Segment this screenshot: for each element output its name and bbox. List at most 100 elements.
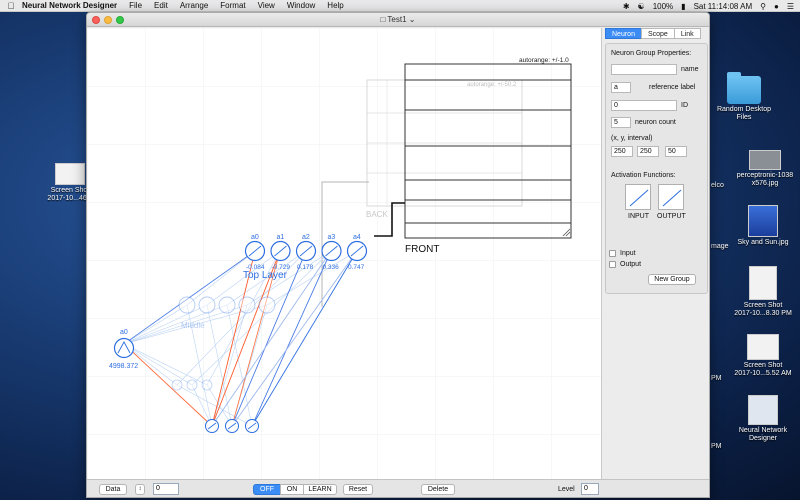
desktop-item-sky-and-sun[interactable]: Sky and Sun.jpg: [730, 205, 796, 247]
group-properties-title: Neuron Group Properties:: [611, 50, 692, 57]
bluetooth-icon[interactable]: ✱: [623, 2, 630, 11]
name-field[interactable]: [611, 64, 677, 75]
desktop-partial-label: PM: [711, 375, 722, 382]
input-function-graph[interactable]: [625, 184, 651, 210]
front-scope-label: FRONT: [405, 244, 439, 255]
tab-scope[interactable]: Scope: [640, 28, 675, 39]
x-field[interactable]: 250: [611, 146, 633, 157]
menu-arrange[interactable]: Arrange: [180, 1, 208, 10]
desktop-partial-label: PM: [711, 443, 722, 450]
desktop-item-label: Screen Shot: [743, 302, 783, 309]
output-function-graph[interactable]: [658, 184, 684, 210]
linear-function-icon: [629, 189, 649, 207]
battery-icon[interactable]: ▮: [681, 2, 685, 11]
document-thumbnail-icon: [749, 266, 777, 300]
input-checkbox[interactable]: [609, 250, 616, 257]
network-canvas[interactable]: autorange: +/-50.2 BACK autorange: +/-1.…: [87, 28, 601, 479]
neuron-activation-value: 0.747: [348, 264, 365, 271]
data-button[interactable]: Data: [99, 484, 127, 495]
id-field[interactable]: 0: [611, 100, 677, 111]
desktop-item-label: x576.jpg: [751, 180, 779, 187]
desktop-item-label: Designer: [748, 435, 777, 442]
document-icon: □: [380, 15, 386, 24]
menu-window[interactable]: Window: [287, 1, 315, 10]
menu-view[interactable]: View: [258, 1, 275, 10]
app-window: □ Test1 ⌄ autorange: +/-50.2 BACK autora…: [86, 12, 710, 498]
desktop-item-nnd-app[interactable]: Neural Network Designer: [730, 395, 796, 443]
neuron-activation-value: -0.084: [246, 264, 265, 271]
network-drawing[interactable]: autorange: +/-50.2 BACK autorange: +/-1.…: [87, 28, 601, 479]
output-checkbox-label: Output: [620, 261, 642, 268]
level-field[interactable]: 0: [581, 483, 599, 495]
desktop-item-screenshot-2[interactable]: Screen Shot 2017-10...5.52 AM: [730, 334, 796, 378]
apple-icon[interactable]: : [0, 1, 22, 11]
xy-interval-label: (x, y, interval): [611, 135, 653, 142]
data-stepper[interactable]: ↕: [135, 484, 145, 495]
tab-link[interactable]: Link: [673, 28, 701, 39]
neuron-name: a0: [251, 234, 259, 241]
new-group-button[interactable]: New Group: [648, 274, 696, 285]
hidden-layer-small[interactable]: [171, 379, 213, 391]
top-layer-group[interactable]: Top Layer: [243, 270, 288, 281]
user-avatar-icon[interactable]: ●: [774, 2, 779, 11]
menu-format[interactable]: Format: [220, 1, 245, 10]
desktop-partial-label: elco: [711, 182, 724, 189]
menu-bar:  Neural Network Designer File Edit Arra…: [0, 0, 800, 12]
neuron-activation-value: -0.729: [272, 264, 291, 271]
battery-percent[interactable]: 100%: [653, 2, 673, 11]
desktop-item-label: 2017-10...8.30 PM: [734, 310, 792, 317]
menu-app-name[interactable]: Neural Network Designer: [22, 1, 117, 10]
properties-panel: Neuron Scope Link Neuron Group Propertie…: [601, 28, 709, 479]
desktop-item-random-files[interactable]: Random Desktop Files: [712, 72, 776, 122]
data-value-field[interactable]: 0: [153, 483, 179, 495]
reset-button[interactable]: Reset: [343, 484, 373, 495]
neuron-activation-value: 0.336: [323, 264, 340, 271]
screenshot-thumbnail-icon: [55, 163, 85, 185]
input-function-label: INPUT: [628, 213, 649, 220]
desktop-item-label: Sky and Sun.jpg: [737, 239, 789, 246]
mode-learn-button[interactable]: LEARN: [303, 484, 337, 495]
desktop-item-perceptronic[interactable]: perceptronic-1038 x576.jpg: [730, 150, 800, 188]
title-bar[interactable]: □ Test1 ⌄: [87, 13, 709, 27]
screenshot-thumbnail-icon: [747, 334, 779, 360]
menu-edit[interactable]: Edit: [154, 1, 168, 10]
window-title-text: Test1: [387, 15, 407, 24]
mode-on-button[interactable]: ON: [280, 484, 304, 495]
neuron-name: a1: [277, 234, 285, 241]
wifi-icon[interactable]: ☯: [638, 2, 645, 11]
desktop-item-screenshot-1[interactable]: Screen Shot 2017-10...8.30 PM: [730, 266, 796, 318]
id-label: ID: [681, 102, 688, 109]
desktop-item-label: 2017-10...5.52 AM: [734, 370, 792, 377]
menu-file[interactable]: File: [129, 1, 142, 10]
mode-off-button[interactable]: OFF: [253, 484, 281, 495]
neuron-name: a2: [302, 234, 310, 241]
spotlight-search-icon[interactable]: ⚲: [760, 2, 766, 11]
desktop-item-label: Random Desktop: [716, 106, 772, 113]
name-label: name: [681, 66, 699, 73]
input-neuron-value: 4998.372: [109, 363, 138, 370]
chevron-down-icon[interactable]: ⌄: [409, 15, 416, 24]
linear-function-icon: [662, 189, 682, 207]
bottom-toolbar: Data ↕ 0 OFF ON LEARN Reset Delete Level…: [87, 479, 709, 497]
notification-center-icon[interactable]: ☰: [787, 2, 794, 11]
neuron-count-label: neuron count: [635, 119, 676, 126]
desktop-item-label: Files: [736, 114, 752, 121]
menu-clock[interactable]: Sat 11:14:08 AM: [694, 2, 753, 11]
activation-functions-title: Activation Functions:: [611, 172, 676, 179]
output-checkbox[interactable]: [609, 261, 616, 268]
panel-tabs: Neuron Scope Link: [605, 28, 701, 39]
neuron-count-field[interactable]: 5: [611, 117, 631, 128]
folder-icon: [727, 72, 761, 104]
menu-help[interactable]: Help: [327, 1, 343, 10]
back-scope-label: BACK: [366, 210, 388, 219]
bottom-layer-group[interactable]: [205, 419, 259, 433]
reference-label-field[interactable]: a: [611, 82, 631, 93]
image-thumbnail-icon: [749, 150, 781, 170]
neuron-name: a3: [328, 234, 336, 241]
tab-neuron[interactable]: Neuron: [605, 28, 642, 39]
back-autorange-label: autorange: +/-50.2: [467, 82, 517, 88]
desktop-item-label: Neural Network: [738, 427, 788, 434]
delete-button[interactable]: Delete: [421, 484, 455, 495]
y-field[interactable]: 250: [637, 146, 659, 157]
interval-field[interactable]: 50: [665, 146, 687, 157]
